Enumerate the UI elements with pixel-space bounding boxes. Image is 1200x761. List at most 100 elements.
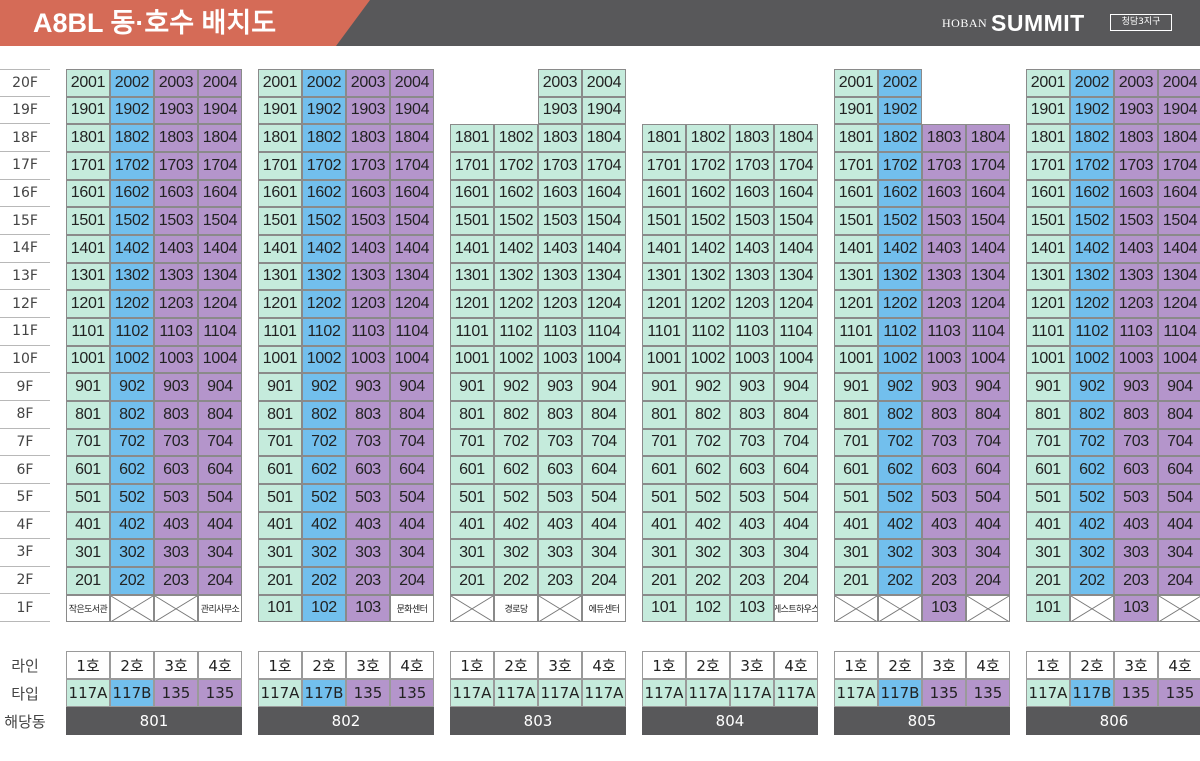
floor-label: 15F [0, 207, 50, 235]
unit-cell: 1604 [390, 179, 434, 208]
unit-cell: 202 [1070, 566, 1114, 595]
unit-cell: 1003 [1114, 345, 1158, 374]
facility-cell: 경로당 [494, 594, 538, 623]
unit-cell: 1802 [686, 124, 730, 152]
unit-cell: 402 [686, 511, 730, 540]
unit-cell: 302 [110, 539, 154, 567]
unit-cell: 1503 [730, 207, 774, 235]
unit-cell: 1803 [730, 124, 774, 152]
unit-cell: 1904 [1158, 96, 1200, 125]
unit-cell: 301 [1026, 539, 1070, 567]
floor-label: 8F [0, 401, 50, 429]
line-cell: 1호 [450, 651, 494, 679]
unit-cell: 704 [774, 428, 818, 457]
unit-cell: 1004 [966, 345, 1010, 374]
unit-cell: 1301 [450, 262, 494, 291]
facility-cell: 작은도서관 [66, 594, 110, 623]
unit-cell: 601 [834, 456, 878, 484]
unit-cell: 902 [878, 373, 922, 401]
unit-cell: 1901 [66, 96, 110, 125]
unit-cell: 101 [642, 594, 686, 623]
unit-cell: 1801 [450, 124, 494, 152]
type-cell: 117B [878, 679, 922, 707]
unit-cell: 903 [346, 373, 390, 401]
unit-cell: 1103 [346, 317, 390, 346]
line-cell: 3호 [922, 651, 966, 679]
facility-cell: 관리사무소 [198, 594, 242, 623]
unit-cell: 1304 [966, 262, 1010, 291]
unit-cell: 1701 [642, 151, 686, 180]
dong-label: 804 [642, 707, 818, 735]
unit-cell: 1502 [302, 207, 346, 235]
unit-cell: 1604 [1158, 179, 1200, 208]
unit-cell: 1201 [450, 290, 494, 318]
building-footer-806: 1호 117A 2호 117B 3호 135 4호 135 806 [1026, 651, 1200, 735]
unit-cell: 901 [258, 373, 302, 401]
unit-cell: 1903 [346, 96, 390, 125]
line-cell: 4호 [774, 651, 818, 679]
unit-cell: 1501 [1026, 207, 1070, 235]
unit-cell: 1403 [1114, 234, 1158, 263]
unit-cell: 1703 [922, 151, 966, 180]
unit-cell: 302 [1070, 539, 1114, 567]
line-cell: 2호 [878, 651, 922, 679]
unit-cell: 1702 [686, 151, 730, 180]
dong-label: 805 [834, 707, 1010, 735]
unit-cell: 204 [774, 566, 818, 595]
unit-cell: 1201 [258, 290, 302, 318]
unit-cell: 502 [686, 483, 730, 512]
unit-cell: 102 [302, 594, 346, 623]
unit-cell: 1402 [686, 234, 730, 263]
unit-cell: 1001 [642, 345, 686, 374]
unit-cell: 1004 [582, 345, 626, 374]
unit-cell: 1902 [878, 96, 922, 125]
unit-cell: 701 [642, 428, 686, 457]
unit-cell: 701 [66, 428, 110, 457]
unit-cell: 1603 [154, 179, 198, 208]
building-805: 2001 1901 1801 1701 1601 1501 1401 1301 1201 1101… [834, 69, 1010, 624]
unit-cell: 1002 [1070, 345, 1114, 374]
unit-cell: 102 [686, 594, 730, 623]
unit-cell: 101 [1026, 594, 1070, 623]
unit-cell: 1104 [966, 317, 1010, 346]
unit-cell: 801 [834, 400, 878, 429]
unit-cell: 401 [258, 511, 302, 540]
unit-cell: 503 [730, 483, 774, 512]
type-cell: 117A [730, 679, 774, 707]
line-cell: 1호 [1026, 651, 1070, 679]
unit-cell: 501 [834, 483, 878, 512]
unit-cell: 1003 [730, 345, 774, 374]
unit-cell: 1901 [834, 96, 878, 125]
unit-cell: 1303 [346, 262, 390, 291]
unit-cell: 1401 [1026, 234, 1070, 263]
building-footer-803: 1호 117A 2호 117A 3호 117A 4호 117A 803 [450, 651, 626, 735]
unit-cell: 204 [390, 566, 434, 595]
unit-cell: 1804 [774, 124, 818, 152]
unit-cell: 302 [302, 539, 346, 567]
unit-cell: 501 [1026, 483, 1070, 512]
unit-cell: 602 [302, 456, 346, 484]
line-cell: 4호 [582, 651, 626, 679]
unit-cell: 203 [346, 566, 390, 595]
unit-cell: 1303 [922, 262, 966, 291]
unit-cell: 1204 [390, 290, 434, 318]
unit-cell: 1204 [966, 290, 1010, 318]
unit-cell: 904 [966, 373, 1010, 401]
facility-cell: 게스트하우스 [774, 594, 818, 623]
type-cell: 117A [582, 679, 626, 707]
unit-cell: 1403 [154, 234, 198, 263]
unit-cell: 1002 [110, 345, 154, 374]
unit-cell: 1801 [258, 124, 302, 152]
unit-cell: 901 [642, 373, 686, 401]
unit-cell: 904 [582, 373, 626, 401]
unit-cell: 603 [346, 456, 390, 484]
unit-cell: 1404 [774, 234, 818, 263]
unit-cell: 1102 [686, 317, 730, 346]
unit-cell: 403 [154, 511, 198, 540]
unit-cell: 304 [966, 539, 1010, 567]
unit-cell: 1902 [1070, 96, 1114, 125]
unit-cell: 1101 [258, 317, 302, 346]
unit-cell: 1402 [110, 234, 154, 263]
unit-cell: 502 [1070, 483, 1114, 512]
unit-cell: 1102 [302, 317, 346, 346]
